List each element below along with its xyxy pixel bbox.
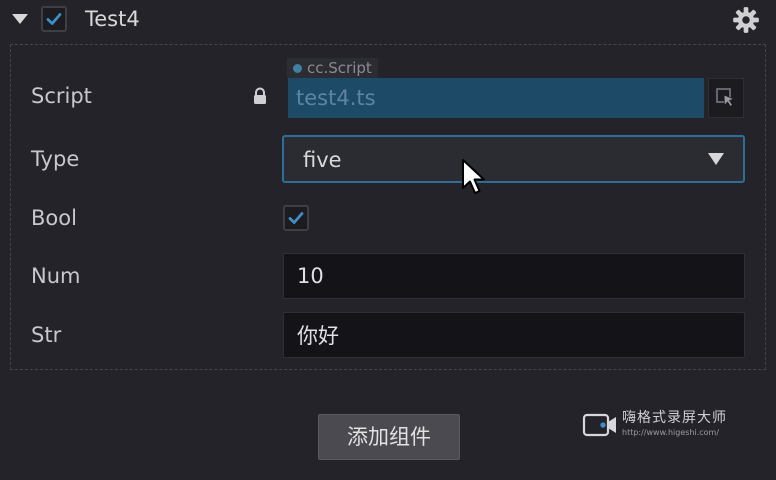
num-input[interactable] xyxy=(283,253,745,299)
video-camera-icon xyxy=(582,413,616,437)
gear-icon[interactable] xyxy=(732,6,760,34)
lock-icon xyxy=(254,87,266,104)
script-type-tag: cc.Script xyxy=(287,58,378,78)
script-type-label: cc.Script xyxy=(307,59,372,77)
cursor-select-icon xyxy=(716,88,736,108)
watermark: 嗨格式录屏大师 http://www.higeshi.com/ xyxy=(582,410,742,440)
component-title: Test4 xyxy=(85,7,140,31)
bool-label: Bool xyxy=(31,206,77,230)
num-label: Num xyxy=(31,264,81,288)
chevron-down-icon xyxy=(708,153,724,165)
collapse-arrow-icon[interactable] xyxy=(12,14,28,24)
script-label: Script xyxy=(31,84,92,108)
add-component-button[interactable]: 添加组件 xyxy=(318,414,460,460)
mouse-pointer-icon xyxy=(462,159,485,194)
checkmark-icon xyxy=(46,13,62,25)
component-header: Test4 xyxy=(0,0,776,40)
bool-checkbox[interactable] xyxy=(283,205,309,231)
component-enabled-checkbox[interactable] xyxy=(41,6,67,32)
type-select-value: five xyxy=(303,148,342,172)
str-label: Str xyxy=(31,323,62,347)
script-type-dot-icon xyxy=(293,63,302,73)
checkmark-icon xyxy=(288,212,304,224)
script-locate-button[interactable] xyxy=(708,78,744,118)
type-label: Type xyxy=(31,147,80,171)
watermark-url: http://www.higeshi.com/ xyxy=(622,428,720,437)
type-select[interactable]: five xyxy=(282,135,745,183)
script-asset-field[interactable]: test4.ts xyxy=(288,78,704,118)
str-input[interactable] xyxy=(283,312,745,358)
watermark-name: 嗨格式录屏大师 xyxy=(622,410,727,426)
